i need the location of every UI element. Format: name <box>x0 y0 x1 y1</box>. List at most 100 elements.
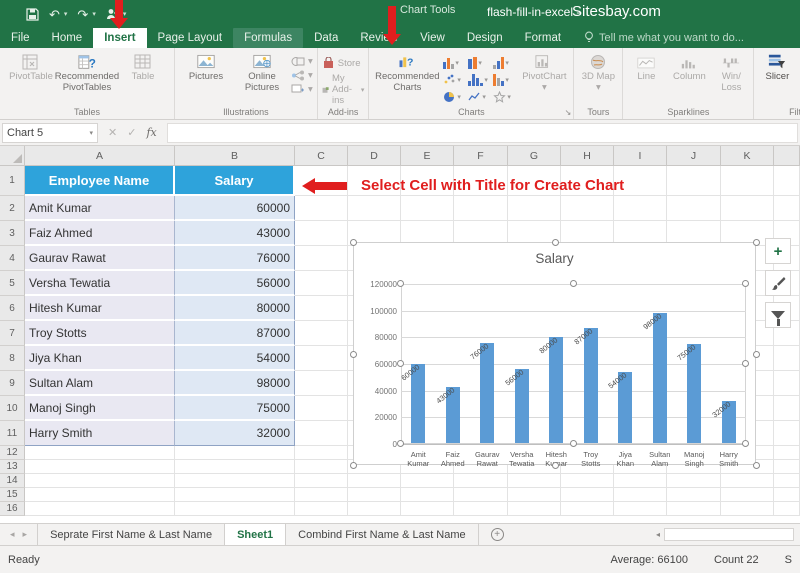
cell-a8[interactable]: Jiya Khan <box>25 346 175 371</box>
column-header-I[interactable]: I <box>614 146 667 165</box>
new-sheet-button[interactable]: + <box>479 524 516 545</box>
chart-bar[interactable] <box>584 328 598 443</box>
formula-input[interactable] <box>167 123 798 143</box>
column-header-J[interactable]: J <box>667 146 721 165</box>
chart-xaxis-label[interactable]: JiyaKhan <box>608 450 643 469</box>
cell-C13[interactable] <box>295 460 348 474</box>
selection-handle[interactable] <box>753 239 760 246</box>
row-header-14[interactable]: 14 <box>0 474 25 488</box>
cell-I15[interactable] <box>614 488 667 502</box>
save-icon[interactable] <box>26 8 39 21</box>
name-box-dropdown-icon[interactable]: ▾ <box>89 129 93 137</box>
cell-C15[interactable] <box>295 488 348 502</box>
cell-G16[interactable] <box>508 502 561 516</box>
cell-x12[interactable] <box>774 446 800 460</box>
cell-x2[interactable] <box>774 196 800 221</box>
next-sheet-icon[interactable]: ▸ <box>23 529 28 540</box>
undo-dropdown-icon[interactable]: ▾ <box>64 10 68 18</box>
row-header-3[interactable]: 3 <box>0 221 25 246</box>
chart-filters-button[interactable] <box>765 302 791 328</box>
cell-b2[interactable]: 60000 <box>175 196 295 221</box>
my-addins-button[interactable]: My Add-ins ▾ <box>322 73 365 106</box>
cell-b13[interactable] <box>175 460 295 474</box>
chart-xaxis-label[interactable]: SultanAlam <box>643 450 678 469</box>
cell-a11[interactable]: Harry Smith <box>25 421 175 446</box>
insert-column-chart-button[interactable]: ▾ <box>443 55 467 71</box>
chart-xaxis-label[interactable]: VershaTewatia <box>505 450 540 469</box>
scroll-left-icon[interactable]: ◂ <box>656 530 660 539</box>
chart-title[interactable]: Salary <box>354 251 755 266</box>
row-header-16[interactable]: 16 <box>0 502 25 516</box>
cell-H16[interactable] <box>561 502 614 516</box>
insert-pie-chart-button[interactable]: ▾ <box>443 89 467 105</box>
selection-handle[interactable] <box>753 351 760 358</box>
row-header-13[interactable]: 13 <box>0 460 25 474</box>
cell-E15[interactable] <box>401 488 454 502</box>
cell-K1[interactable] <box>721 166 774 196</box>
cell-K15[interactable] <box>721 488 774 502</box>
chart-xaxis-label[interactable]: ManojSingh <box>677 450 712 469</box>
cell-F14[interactable] <box>454 474 508 488</box>
store-button[interactable]: Store <box>322 57 361 69</box>
tab-page-layout[interactable]: Page Layout <box>147 28 234 48</box>
cell-I14[interactable] <box>614 474 667 488</box>
cell-a4[interactable]: Gaurav Rawat <box>25 246 175 271</box>
chart-xaxis-label[interactable]: TroyStotts <box>574 450 609 469</box>
cell-x16[interactable] <box>774 502 800 516</box>
selection-handle[interactable] <box>552 462 559 469</box>
cell-F16[interactable] <box>454 502 508 516</box>
column-header-B[interactable]: B <box>175 146 295 165</box>
cell-D15[interactable] <box>348 488 401 502</box>
cell-b1[interactable]: Salary <box>175 166 295 196</box>
cell-E16[interactable] <box>401 502 454 516</box>
embedded-chart[interactable]: Salary 120000100000800006000040000200000… <box>353 242 756 465</box>
cell-a2[interactable]: Amit Kumar <box>25 196 175 221</box>
cell-C4[interactable] <box>295 246 348 271</box>
cell-D2[interactable] <box>348 196 401 221</box>
cell-x10[interactable] <box>774 396 800 421</box>
chart-bar[interactable] <box>549 337 563 443</box>
charts-dialog-launcher-icon[interactable]: ↘ <box>565 108 572 117</box>
cell-b9[interactable]: 98000 <box>175 371 295 396</box>
sparkline-line-button[interactable]: Line <box>627 51 665 83</box>
cell-b16[interactable] <box>175 502 295 516</box>
row-header-2[interactable]: 2 <box>0 196 25 221</box>
insert-scatter-chart-button[interactable]: ▾ <box>443 72 467 88</box>
column-header-F[interactable]: F <box>454 146 508 165</box>
cell-F15[interactable] <box>454 488 508 502</box>
cell-x11[interactable] <box>774 421 800 446</box>
tab-data[interactable]: Data <box>303 28 349 48</box>
tab-formulas[interactable]: Formulas <box>233 28 303 48</box>
tab-insert[interactable]: Insert <box>93 28 146 48</box>
tab-format[interactable]: Format <box>514 28 572 48</box>
sparkline-column-button[interactable]: Column <box>667 51 711 83</box>
cell-C9[interactable] <box>295 371 348 396</box>
cell-C8[interactable] <box>295 346 348 371</box>
recommended-pivottables-button[interactable]: ? Recommended PivotTables <box>60 51 114 94</box>
selection-handle[interactable] <box>570 440 577 447</box>
selection-handle[interactable] <box>397 360 404 367</box>
cell-a5[interactable]: Versha Tewatia <box>25 271 175 296</box>
cell-a14[interactable] <box>25 474 175 488</box>
cell-C3[interactable] <box>295 221 348 246</box>
cell-x8[interactable] <box>774 346 800 371</box>
cell-a7[interactable]: Troy Stotts <box>25 321 175 346</box>
cell-C5[interactable] <box>295 271 348 296</box>
cell-K16[interactable] <box>721 502 774 516</box>
cell-H2[interactable] <box>561 196 614 221</box>
selection-handle[interactable] <box>570 280 577 287</box>
cell-x15[interactable] <box>774 488 800 502</box>
cell-a1[interactable]: Employee Name <box>25 166 175 196</box>
prev-sheet-icon[interactable]: ◂ <box>10 529 15 540</box>
cell-a16[interactable] <box>25 502 175 516</box>
chart-bar[interactable] <box>687 344 701 443</box>
select-all-corner[interactable] <box>0 146 25 165</box>
enter-formula-icon[interactable]: ✓ <box>127 126 136 139</box>
tab-home[interactable]: Home <box>41 28 94 48</box>
chart-styles-button[interactable] <box>765 270 791 296</box>
cell-b3[interactable]: 43000 <box>175 221 295 246</box>
cell-b8[interactable]: 54000 <box>175 346 295 371</box>
column-header-A[interactable]: A <box>25 146 175 165</box>
horizontal-scrollbar[interactable]: ◂ <box>656 528 794 541</box>
chart-xaxis-label[interactable]: GauravRawat <box>470 450 505 469</box>
